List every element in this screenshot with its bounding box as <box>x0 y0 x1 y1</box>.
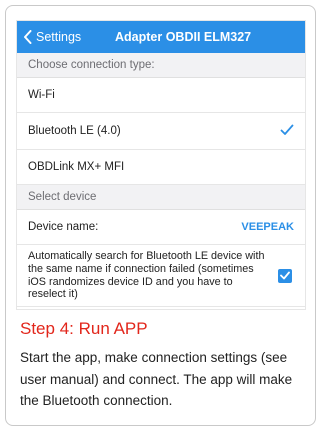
device-name-value[interactable]: VEEPEAK <box>241 221 294 233</box>
back-button[interactable]: Settings <box>17 30 81 44</box>
auto-search-row[interactable]: Automatically search for Bluetooth LE de… <box>17 245 305 307</box>
option-label: OBDLink MX+ MFI <box>28 161 125 173</box>
option-label: Wi-Fi <box>28 89 55 101</box>
option-obdlink[interactable]: OBDLink MX+ MFI <box>17 150 305 185</box>
select-device-header: Select device <box>17 185 305 210</box>
option-wifi[interactable]: Wi-Fi <box>17 78 305 113</box>
auto-search-checkbox[interactable] <box>278 268 292 283</box>
nav-title: Adapter OBDII ELM327 <box>115 30 252 44</box>
checkmark-icon <box>280 124 294 139</box>
phone-screenshot: Settings Adapter OBDII ELM327 Choose con… <box>16 20 306 310</box>
device-name-label: Device name: <box>28 221 99 233</box>
step-title: Step 4: Run APP <box>20 319 148 338</box>
option-label: Bluetooth LE (4.0) <box>28 125 121 137</box>
connection-type-header: Choose connection type: <box>17 53 305 78</box>
nav-bar: Settings Adapter OBDII ELM327 <box>17 21 305 53</box>
instruction-card: Settings Adapter OBDII ELM327 Choose con… <box>5 5 316 426</box>
chevron-left-icon <box>24 30 32 44</box>
check-icon <box>280 271 290 280</box>
step-body: Start the app, make connection settings … <box>20 350 293 408</box>
back-label: Settings <box>36 30 82 44</box>
auto-search-text: Automatically search for Bluetooth LE de… <box>28 249 265 301</box>
device-name-row[interactable]: Device name: VEEPEAK <box>17 210 305 245</box>
option-bluetooth-le[interactable]: Bluetooth LE (4.0) <box>17 113 305 150</box>
